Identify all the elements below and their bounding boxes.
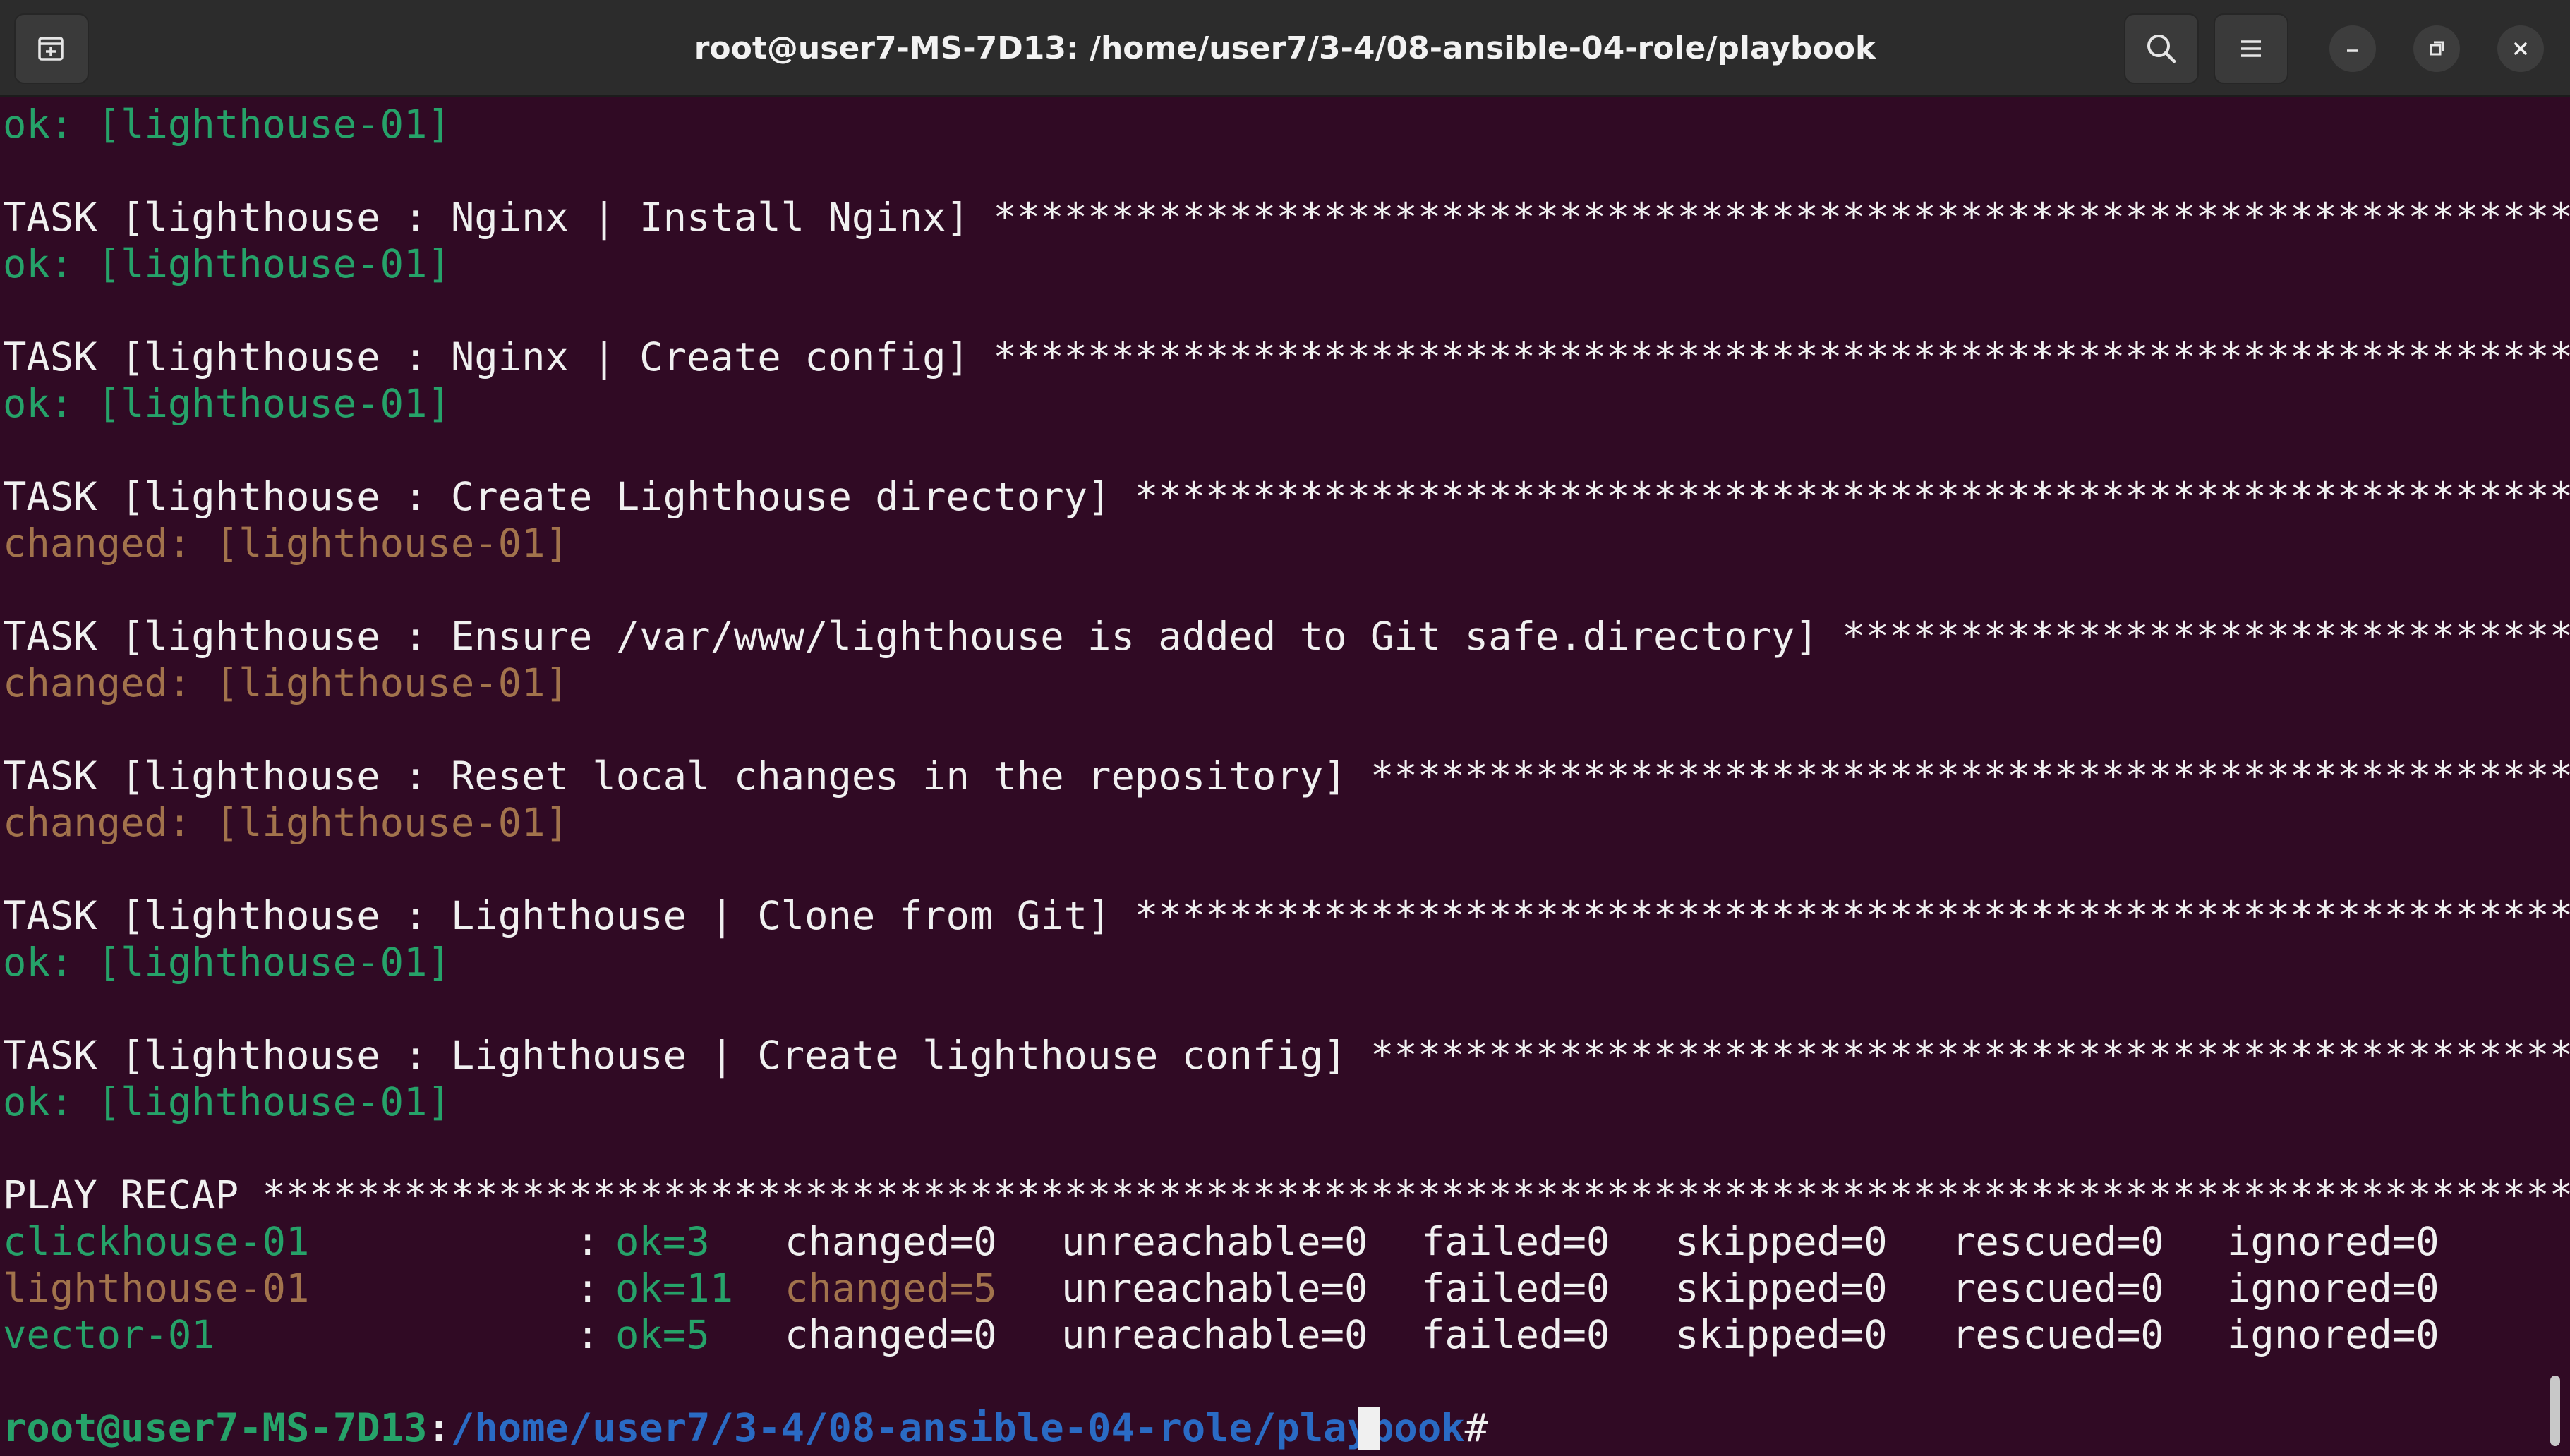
restore-icon [2430,41,2444,56]
task-header: TASK [lighthouse : Lighthouse | Clone fr… [3,893,2570,939]
task-result: ok: [lighthouse-01] [3,940,451,985]
recap-unreachable: unreachable=0 [1061,1312,1368,1358]
task-header: TASK [lighthouse : Reset local changes i… [3,753,2570,799]
recap-ok: ok=11 [615,1266,734,1311]
search-button[interactable] [2124,13,2199,84]
recap-host: vector-01 [3,1312,215,1358]
recap-failed: failed=0 [1421,1312,1610,1358]
terminal-line: ok: [lighthouse-01] [3,102,451,147]
recap-colon: : [576,1266,600,1311]
search-icon [2147,35,2176,63]
recap-colon: : [576,1312,600,1358]
prompt-separator: : [427,1405,451,1451]
recap-changed: changed=0 [785,1219,997,1265]
recap-skipped: skipped=0 [1675,1312,1888,1358]
task-result: ok: [lighthouse-01] [3,241,451,287]
prompt-symbol: # [1464,1405,1512,1451]
recap-skipped: skipped=0 [1675,1219,1888,1265]
close-button[interactable] [2497,25,2544,72]
recap-colon: : [576,1219,600,1265]
recap-unreachable: unreachable=0 [1061,1266,1368,1311]
recap-skipped: skipped=0 [1675,1266,1888,1311]
recap-row: clickhouse-01 : ok=3 changed=0 unreachab… [3,1219,2543,1266]
recap-failed: failed=0 [1421,1266,1610,1311]
recap-ignored: ignored=0 [2227,1266,2439,1311]
shell-prompt[interactable]: root@user7-MS-7D13:/home/user7/3-4/08-an… [3,1405,1512,1452]
recap-row: vector-01 : ok=5 changed=0 unreachable=0… [3,1312,2543,1359]
recap-host: lighthouse-01 [3,1266,310,1311]
close-icon [2514,42,2527,55]
recap-failed: failed=0 [1421,1219,1610,1265]
task-result: changed: [lighthouse-01] [3,521,569,566]
play-recap-header: PLAY RECAP *****************************… [3,1172,2570,1218]
recap-ignored: ignored=0 [2227,1312,2439,1358]
recap-changed: changed=5 [785,1266,997,1311]
recap-unreachable: unreachable=0 [1061,1219,1368,1265]
minimize-icon [2347,49,2358,52]
recap-ok: ok=5 [615,1312,710,1358]
title-bar: root@user7-MS-7D13: /home/user7/3-4/08-a… [0,0,2570,97]
scrollbar-thumb[interactable] [2550,1376,2560,1446]
task-result: ok: [lighthouse-01] [3,381,451,427]
recap-changed: changed=0 [785,1312,997,1358]
menu-button[interactable] [2214,13,2288,84]
recap-host: clickhouse-01 [3,1219,310,1265]
recap-ignored: ignored=0 [2227,1219,2439,1265]
task-header: TASK [lighthouse : Nginx | Install Nginx… [3,195,2570,241]
recap-rescued: rescued=0 [1952,1266,2164,1311]
task-result: changed: [lighthouse-01] [3,800,569,846]
minimize-button[interactable] [2329,25,2376,72]
recap-ok: ok=3 [615,1219,710,1265]
prompt-user-host: root@user7-MS-7D13 [3,1405,428,1451]
task-header: TASK [lighthouse : Nginx | Create config… [3,334,2570,380]
task-result: changed: [lighthouse-01] [3,660,569,706]
prompt-path: /home/user7/3-4/08-ansible-04-role/playb… [450,1405,1465,1451]
text-cursor [1358,1407,1380,1450]
task-header: TASK [lighthouse : Lighthouse | Create l… [3,1033,2570,1079]
recap-rescued: rescued=0 [1952,1312,2164,1358]
restore-button[interactable] [2413,25,2460,72]
task-header: TASK [lighthouse : Ensure /var/www/light… [3,614,2570,660]
terminal-output[interactable]: ok: [lighthouse-01] TASK [lighthouse : N… [0,97,2570,1456]
task-result: ok: [lighthouse-01] [3,1079,451,1125]
recap-rescued: rescued=0 [1952,1219,2164,1265]
task-header: TASK [lighthouse : Create Lighthouse dir… [3,474,2570,520]
hamburger-menu-icon [2241,40,2261,57]
recap-row: lighthouse-01 : ok=11 changed=5 unreacha… [3,1266,2543,1312]
